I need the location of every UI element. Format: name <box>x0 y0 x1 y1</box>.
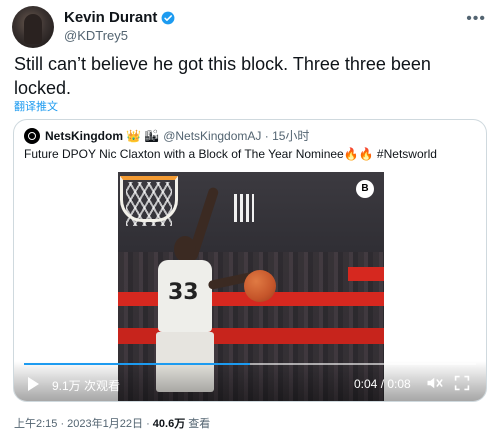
tweet-timestamp[interactable]: 上午2:15 · 2023年1月22日 · <box>14 418 153 430</box>
video-time: 0:04 / 0:08 <box>354 377 411 391</box>
quoted-tweet-header: NetsKingdom 👑 🏙 @NetsKingdomAJ · 15小时 <box>24 127 309 144</box>
volume-icon[interactable] <box>426 375 444 391</box>
video-ad-board <box>348 267 384 281</box>
video-view-count: 9.1万 次观看 <box>52 379 121 393</box>
fullscreen-icon[interactable] <box>454 375 470 391</box>
author-avatar[interactable] <box>12 6 54 48</box>
quoted-name: NetsKingdom <box>45 128 123 143</box>
video-progress-bar[interactable] <box>24 363 476 365</box>
verified-badge-icon <box>161 11 175 24</box>
author-handle[interactable]: @KDTrey5 <box>64 28 128 43</box>
nets-logo-icon: B <box>356 180 374 198</box>
more-options-icon[interactable]: ••• <box>466 10 486 28</box>
tweet-view-count: 40.6万 <box>152 418 186 430</box>
author-name-row: Kevin Durant <box>64 9 175 26</box>
jersey-number: 33 <box>168 280 199 305</box>
crown-emoji: 👑 <box>126 128 141 143</box>
quoted-handle-time: @NetsKingdomAJ · 15小时 <box>163 129 310 143</box>
video-controls: 9.1万 次观看 0:04 / 0:08 <box>14 361 486 401</box>
tweet-footer: 上午2:15 · 2023年1月22日 · 40.6万 查看 <box>14 415 210 431</box>
translate-tweet-link[interactable]: 翻译推文 <box>14 98 58 114</box>
tweet-text: Still can’t believe he got this block. T… <box>14 54 431 98</box>
quoted-text: Future DPOY Nic Claxton with a Block of … <box>24 147 437 161</box>
author-name[interactable]: Kevin Durant <box>64 9 157 26</box>
city-emoji: 🏙 <box>143 128 160 143</box>
quoted-avatar <box>24 127 40 144</box>
views-label: 查看 <box>185 418 211 430</box>
quoted-tweet[interactable]: NetsKingdom 👑 🏙 @NetsKingdomAJ · 15小时 Fu… <box>13 119 487 402</box>
basketball <box>244 270 276 302</box>
video-background-graphic <box>234 194 254 222</box>
play-icon[interactable] <box>28 377 39 391</box>
video-progress-fill <box>24 363 250 365</box>
basketball-hoop <box>120 176 178 222</box>
